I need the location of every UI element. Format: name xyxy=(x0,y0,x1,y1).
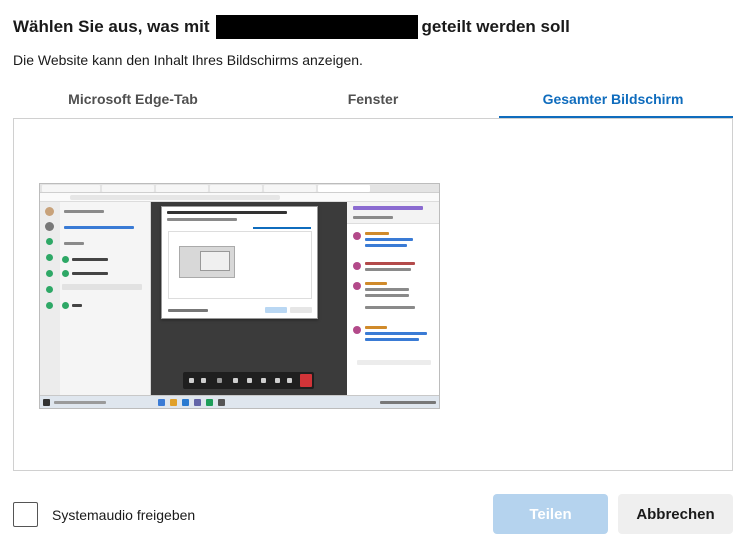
screen-thumbnail[interactable] xyxy=(39,183,440,409)
thumb-chat-text xyxy=(365,288,409,291)
thumb-taskbar-icon xyxy=(206,399,213,406)
thumb-taskbar-icon xyxy=(158,399,165,406)
thumb-toolbar-icon xyxy=(261,378,266,383)
thumb-status-dot xyxy=(62,270,69,277)
thumb-share-dialog xyxy=(161,206,318,319)
thumb-dialog-share xyxy=(265,307,287,313)
thumb-chat-avatar xyxy=(353,282,361,290)
thumb-tab xyxy=(102,185,154,192)
thumb-chat-link xyxy=(365,244,407,247)
thumb-toolbar-icon xyxy=(275,378,280,383)
thumb-tab xyxy=(156,185,208,192)
dialog-title-part1: Wählen Sie aus, was mit xyxy=(13,17,210,36)
thumb-chat-link xyxy=(365,238,413,241)
thumb-rail-icon xyxy=(46,238,53,245)
thumb-dialog-subtitle xyxy=(167,218,237,221)
thumb-left-pane xyxy=(40,202,151,397)
source-tabs: Microsoft Edge-Tab Fenster Gesamter Bild… xyxy=(13,84,733,119)
thumb-chat-link xyxy=(365,338,419,341)
thumb-text-line xyxy=(64,226,134,229)
thumb-chat-avatar xyxy=(353,232,361,240)
thumb-rail-icon xyxy=(45,222,54,231)
dialog-title-part2: geteilt werden soll xyxy=(421,17,570,36)
thumb-rail-icon xyxy=(46,254,53,261)
tab-window[interactable]: Fenster xyxy=(253,84,493,119)
thumb-dialog-title xyxy=(167,211,287,214)
thumb-browser-tabs xyxy=(40,184,439,193)
thumb-chat-text xyxy=(365,306,415,309)
thumb-hangup-icon xyxy=(300,374,312,387)
thumb-text-line xyxy=(72,258,108,261)
thumb-taskbar xyxy=(40,395,439,408)
thumb-taskbar-icon xyxy=(182,399,189,406)
thumb-chat-avatar xyxy=(353,262,361,270)
thumb-url-field xyxy=(70,195,280,200)
thumb-start-icon xyxy=(43,399,50,406)
thumb-taskbar-icon xyxy=(170,399,177,406)
thumb-taskbar-icon xyxy=(194,399,201,406)
thumb-dialog-cancel xyxy=(290,307,312,313)
thumb-taskbar-icon xyxy=(218,399,225,406)
thumb-chat-text xyxy=(365,294,409,297)
thumb-tab xyxy=(42,185,100,192)
system-audio-option[interactable]: Systemaudio freigeben xyxy=(13,502,195,527)
thumb-tab xyxy=(264,185,316,192)
thumb-chat-header xyxy=(347,202,439,224)
thumb-toolbar-icon xyxy=(247,378,252,383)
thumb-dialog-panel xyxy=(168,231,312,299)
dialog-title: Wählen Sie aus, was mit geteilt werden s… xyxy=(13,14,570,40)
thumb-text-line xyxy=(64,210,104,213)
thumb-status-dot xyxy=(62,256,69,263)
thumb-toolbar-icon xyxy=(233,378,238,383)
share-button[interactable]: Teilen xyxy=(493,494,608,534)
thumb-system-tray xyxy=(380,401,436,404)
thumb-text-line xyxy=(353,216,393,219)
cancel-button[interactable]: Abbrechen xyxy=(618,494,733,534)
thumb-status-dot xyxy=(62,302,69,309)
thumb-dialog-preview-window xyxy=(200,251,230,271)
thumb-address-bar xyxy=(40,193,439,202)
thumb-toolbar-icon xyxy=(287,378,292,383)
thumb-tab xyxy=(210,185,262,192)
tab-entire-screen[interactable]: Gesamter Bildschirm xyxy=(493,84,733,119)
thumb-chat-name xyxy=(365,232,389,235)
thumb-chat-link xyxy=(365,332,427,335)
thumb-text-line xyxy=(72,304,82,307)
thumb-call-toolbar xyxy=(183,372,314,389)
thumb-chat-name xyxy=(365,326,387,329)
thumb-dialog-checkbox xyxy=(168,309,208,312)
thumb-toolbar-icon xyxy=(217,378,222,383)
system-audio-label: Systemaudio freigeben xyxy=(52,506,196,523)
thumb-search-box xyxy=(54,401,106,404)
tab-microsoft-edge-tab[interactable]: Microsoft Edge-Tab xyxy=(13,84,253,119)
system-audio-checkbox[interactable] xyxy=(13,502,38,527)
thumb-chat-compose xyxy=(357,360,431,365)
thumb-dialog-tab-indicator xyxy=(253,227,311,229)
thumb-toolbar-icon xyxy=(201,378,206,383)
thumb-rail-icon xyxy=(46,270,53,277)
thumb-app-rail xyxy=(40,202,60,397)
thumb-text-line xyxy=(72,272,108,275)
dialog-subtitle: Die Website kann den Inhalt Ihres Bildsc… xyxy=(13,52,363,68)
redacted-site-name xyxy=(215,15,418,39)
thumb-dialog-preview xyxy=(179,246,235,278)
thumb-tab xyxy=(318,185,370,192)
thumb-chat-name xyxy=(365,282,387,285)
thumb-rail-icon xyxy=(46,286,53,293)
thumb-toolbar-icon xyxy=(189,378,194,383)
thumb-selected-row xyxy=(62,284,142,290)
source-panel xyxy=(13,118,733,471)
thumb-chat-pane xyxy=(347,202,439,397)
thumb-chat-text xyxy=(365,268,411,271)
thumb-chat-avatar xyxy=(353,326,361,334)
thumb-chat-text xyxy=(365,262,415,265)
thumb-chat-icons xyxy=(353,206,423,210)
thumb-avatar-icon xyxy=(45,207,54,216)
thumb-text-line xyxy=(64,242,84,245)
thumb-rail-icon xyxy=(46,302,53,309)
